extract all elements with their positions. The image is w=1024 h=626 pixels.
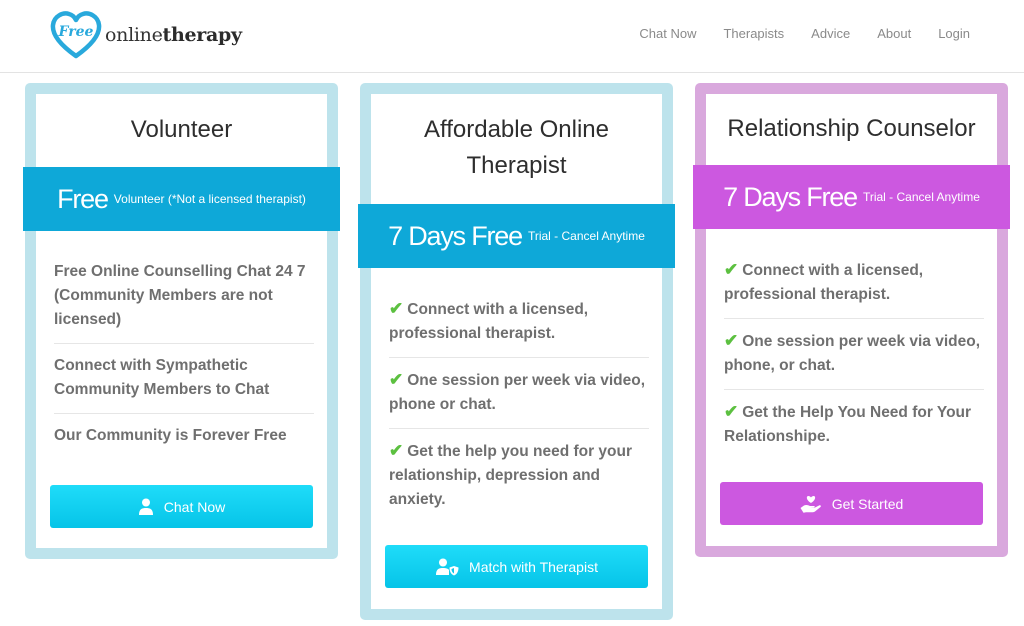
plan-card-therapist: Affordable Online Therapist 7 Days Free … — [358, 83, 675, 620]
feature-text: One session per week via video, phone, o… — [724, 333, 981, 374]
check-icon: ✔ — [389, 299, 404, 318]
price-label: 7 Days Free — [723, 181, 858, 212]
button-label: Match with Therapist — [469, 558, 598, 575]
match-with-therapist-button[interactable]: Match with Therapist — [385, 545, 648, 588]
feature-list: ✔ Connect with a licensed, professional t… — [389, 287, 649, 523]
check-icon: ✔ — [389, 370, 404, 389]
price-note: Trial - Cancel Anytime — [862, 190, 980, 204]
price-ribbon: 7 Days Free Trial - Cancel Anytime — [693, 165, 1010, 229]
feature-text: Our Community is Forever Free — [54, 427, 287, 444]
feature-text: Connect with a licensed, professional th… — [724, 262, 924, 303]
check-icon: ✔ — [724, 402, 739, 421]
plan-card-volunteer: Volunteer Free Volunteer (*Not a license… — [23, 83, 340, 559]
feature-item: ✔ One session per week via video, phone o… — [389, 358, 649, 429]
plan-card-relationship: Relationship Counselor 7 Days Free Trial… — [693, 83, 1010, 557]
card-title: Relationship Counselor — [727, 115, 976, 142]
feature-list: ✔ Connect with a licensed, professional t… — [724, 248, 984, 460]
nav-therapists[interactable]: Therapists — [723, 26, 784, 41]
price-note: Trial - Cancel Anytime — [527, 229, 645, 243]
price-label: 7 Days Free — [388, 220, 523, 251]
main-nav: Chat Now Therapists Advice About Login — [612, 26, 970, 41]
button-label: Chat Now — [163, 498, 226, 515]
logo-wordmark: onlinetherapy — [105, 24, 242, 46]
check-icon: ✔ — [724, 331, 739, 350]
card-body: Affordable Online Therapist 7 Days Free … — [358, 94, 675, 609]
feature-item: ✔ Connect with a licensed, professional t… — [724, 248, 984, 319]
feature-item: Connect with Sympathetic Community Membe… — [54, 344, 314, 414]
nav-chat-now[interactable]: Chat Now — [639, 26, 696, 41]
button-label: Get Started — [831, 495, 904, 512]
nav-login[interactable]: Login — [938, 26, 970, 41]
svg-text:Free: Free — [58, 24, 94, 40]
site-header: Free onlinetherapy Chat Now Therapists A… — [0, 0, 1024, 73]
feature-text: Get the help you need for your relations… — [389, 443, 633, 508]
feature-text: Connect with Sympathetic Community Membe… — [54, 357, 270, 398]
feature-item: ✔ Get the help you need for your relation… — [389, 429, 649, 523]
check-icon: ✔ — [389, 441, 404, 460]
card-body: Relationship Counselor 7 Days Free Trial… — [693, 94, 1010, 546]
feature-text: Get the Help You Need for Your Relations… — [724, 404, 972, 445]
feature-text: Free Online Counselling Chat 24 7 (Commu… — [54, 263, 306, 328]
card-title: Affordable Online Therapist — [423, 116, 609, 179]
feature-item: ✔ Connect with a licensed, professional t… — [389, 287, 649, 358]
price-note: Volunteer (*Not a licensed therapist) — [113, 192, 306, 206]
feature-item: ✔ One session per week via video, phone, … — [724, 319, 984, 390]
user-icon — [138, 498, 154, 515]
feature-text: One session per week via video, phone or… — [389, 372, 646, 413]
feature-list: Free Online Counselling Chat 24 7 (Commu… — [54, 250, 314, 459]
feature-item: Free Online Counselling Chat 24 7 (Commu… — [54, 250, 314, 344]
feature-text: Connect with a licensed, professional th… — [389, 301, 589, 342]
feature-item: ✔ Get the Help You Need for Your Relation… — [724, 390, 984, 460]
card-title: Volunteer — [130, 116, 233, 143]
feature-item: Our Community is Forever Free — [54, 414, 314, 459]
card-body: Volunteer Free Volunteer (*Not a license… — [23, 94, 340, 548]
price-ribbon: 7 Days Free Trial - Cancel Anytime — [358, 204, 675, 268]
check-icon: ✔ — [724, 260, 739, 279]
logo-text-light: online — [105, 24, 163, 46]
user-shield-icon — [435, 558, 459, 576]
nav-advice[interactable]: Advice — [811, 26, 850, 41]
site-logo[interactable]: Free onlinetherapy — [49, 10, 242, 60]
heart-logo-icon: Free — [49, 10, 103, 60]
nav-about[interactable]: About — [877, 26, 911, 41]
price-ribbon: Free Volunteer (*Not a licensed therapis… — [23, 167, 340, 231]
get-started-button[interactable]: Get Started — [720, 482, 983, 525]
logo-text-bold: therapy — [162, 24, 243, 46]
price-label: Free — [57, 183, 109, 214]
chat-now-button[interactable]: Chat Now — [50, 485, 313, 528]
hand-holding-heart-icon — [800, 495, 822, 513]
